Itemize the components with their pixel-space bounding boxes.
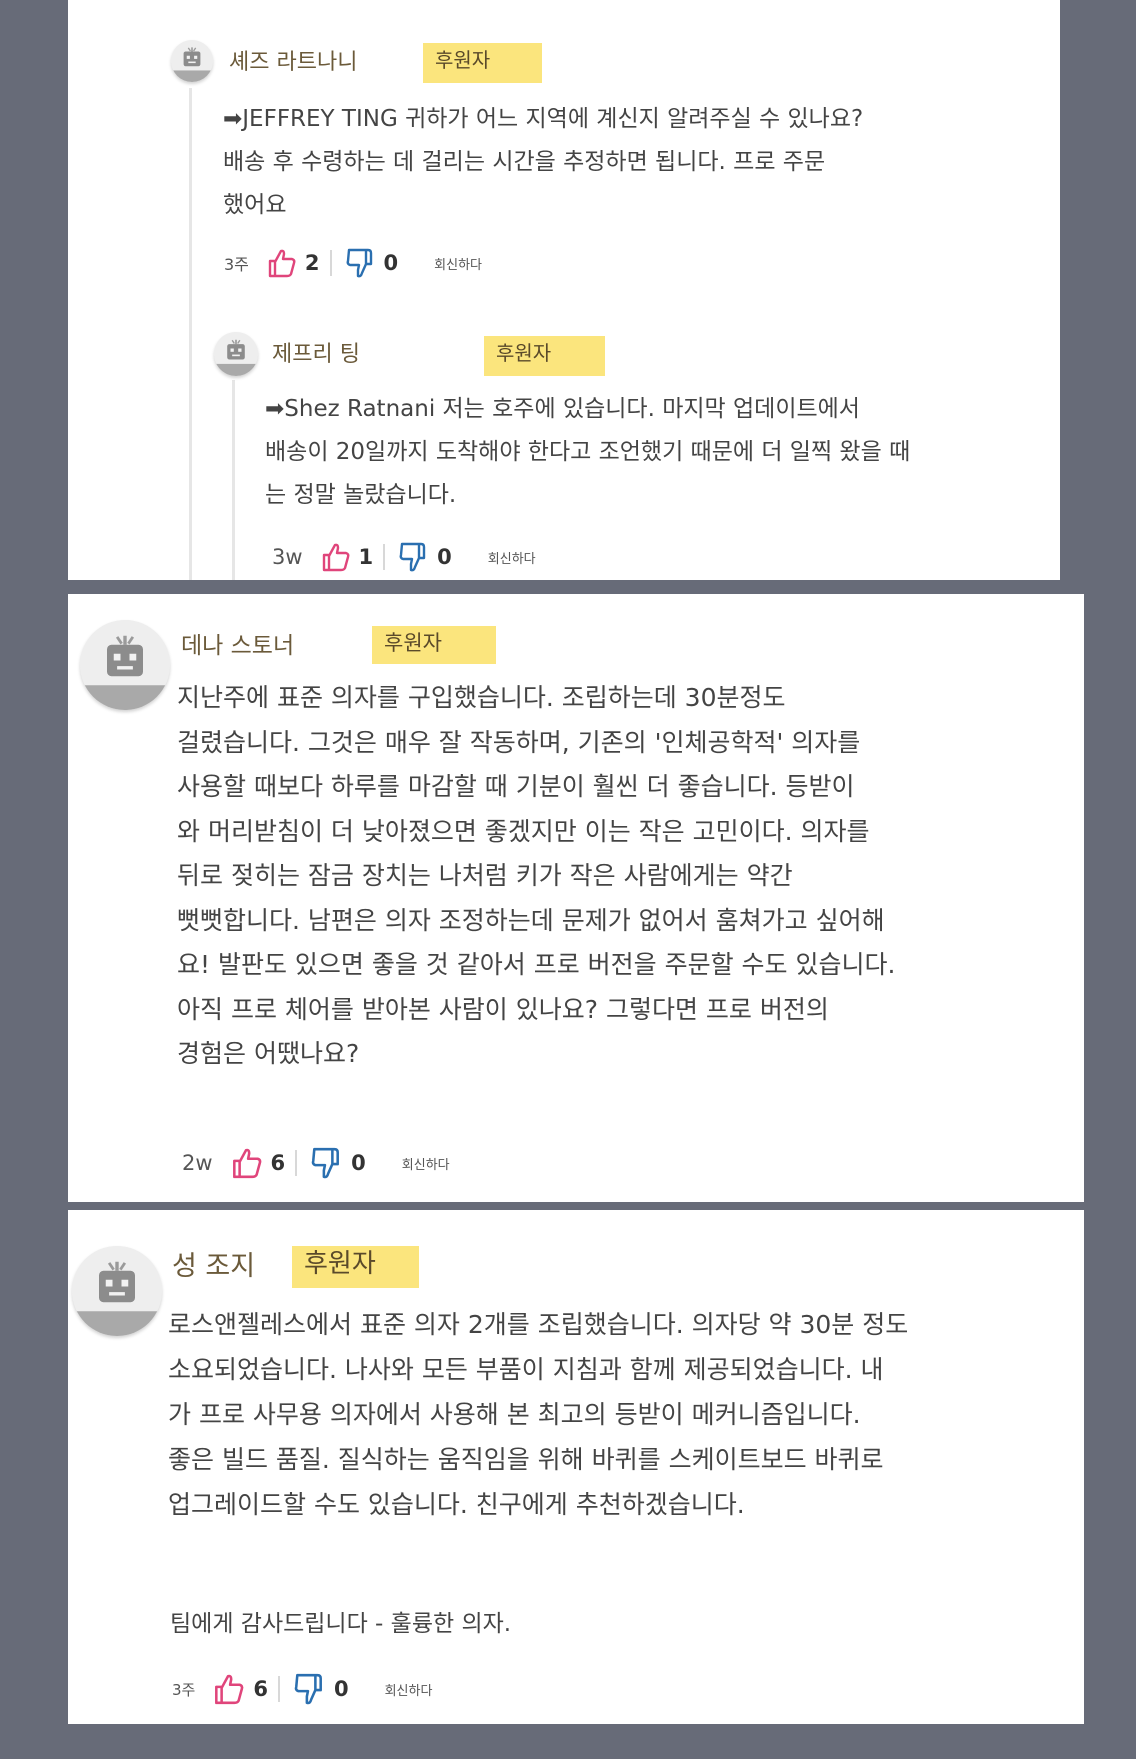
like-count: 6: [253, 1677, 268, 1701]
avatar[interactable]: [72, 1246, 162, 1336]
reply-button[interactable]: 회신하다: [385, 1680, 433, 1699]
thumbs-up-icon[interactable]: [229, 1146, 263, 1180]
reply-button[interactable]: 회신하다: [434, 254, 482, 273]
comment-footer: 팀에게 감사드립니다 - 훌륭한 의자.: [170, 1611, 512, 1637]
comment-line: 좋은 빌드 품질. 질식하는 움직임을 위해 바퀴를 스케이트보드 바퀴로: [168, 1445, 884, 1474]
like-count: 6: [270, 1151, 286, 1175]
thread-line-inner: [232, 380, 235, 580]
avatar[interactable]: [171, 40, 213, 82]
comment-line: 요! 발판도 있으면 좋을 것 같아서 프로 버전을 주문할 수도 있습니다.: [177, 950, 896, 979]
comment-line: 가 프로 사무용 의자에서 사용해 본 최고의 등받이 메커니즘입니다.: [168, 1400, 861, 1429]
comment-time: 2w: [182, 1151, 213, 1175]
comment-actions: 3w 1 0 회신하다: [272, 541, 536, 573]
backer-badge: 후원자: [484, 336, 605, 376]
comment-line: 와 머리받침이 더 낮아졌으면 좋겠지만 이는 작은 고민이다. 의자를: [177, 816, 870, 846]
thumbs-up-icon[interactable]: [265, 247, 297, 279]
comment-time: 3주: [224, 255, 249, 274]
comment-line: 업그레이드할 수도 있습니다. 친구에게 추천하겠습니다.: [168, 1490, 745, 1519]
comment-body: 로스앤젤레스에서 표준 의자 2개를 조립했습니다. 의자당 약 30분 정도 …: [168, 1302, 908, 1527]
backer-badge: 후원자: [423, 43, 542, 83]
comment-author[interactable]: 데나 스토너: [181, 626, 294, 660]
thumbs-down-icon[interactable]: [309, 1146, 343, 1180]
comment-line: 배송 후 수령하는 데 걸리는 시간을 추정하면 됩니다. 프로 주문: [223, 149, 826, 175]
thumbs-down-icon[interactable]: [397, 541, 429, 573]
dislike-count: 0: [351, 1151, 366, 1175]
comment-line: ➡JEFFREY TING 귀하가 어느 지역에 계신지 알려주실 수 있나요?: [223, 106, 864, 132]
thumbs-down-icon[interactable]: [344, 247, 376, 279]
comment-line: 걸렸습니다. 그것은 매우 잘 작동하며, 기존의 '인체공학적' 의자를: [177, 727, 861, 757]
robot-avatar-icon: [80, 620, 170, 710]
comment-line: ➡Shez Ratnani 저는 호주에 있습니다. 마지막 업데이트에서: [265, 396, 860, 422]
avatar[interactable]: [214, 332, 258, 376]
comment-time: 3주: [172, 1680, 196, 1699]
thumbs-up-icon[interactable]: [211, 1672, 245, 1706]
like-count: 1: [358, 545, 374, 569]
comment-author[interactable]: 셰즈 라트나니: [229, 44, 357, 76]
comment-line: 배송이 20일까지 도착해야 한다고 조언했기 때문에 더 일찍 왔을 때: [265, 439, 911, 465]
avatar[interactable]: [80, 620, 170, 710]
comment-line: 사용할 때보다 하루를 마감할 때 기분이 훨씬 더 좋습니다. 등받이: [177, 772, 855, 801]
divider: [277, 1676, 280, 1702]
comment-body: ➡Shez Ratnani 저는 호주에 있습니다. 마지막 업데이트에서 배송…: [265, 388, 910, 517]
comment-time: 3w: [272, 545, 303, 569]
robot-avatar-icon: [171, 40, 213, 82]
divider: [329, 250, 332, 276]
backer-badge: 후원자: [292, 1246, 419, 1288]
comment-line: 경험은 어땠나요?: [177, 1039, 360, 1068]
comment-line: 했어요: [223, 192, 287, 218]
comment-line: 뻣뻣합니다. 남편은 의자 조정하는데 문제가 없어서 훔쳐가고 싶어해: [177, 905, 885, 935]
comment-line: 는 정말 놀랐습니다.: [265, 482, 457, 508]
divider: [383, 544, 386, 570]
like-count: 2: [304, 251, 320, 275]
dislike-count: 0: [333, 1677, 349, 1701]
thumbs-down-icon[interactable]: [292, 1672, 326, 1706]
comment-line: 뒤로 젖히는 잠금 장치는 나처럼 키가 작은 사람에게는 약간: [177, 861, 793, 890]
comment-line: 지난주에 표준 의자를 구입했습니다. 조립하는데 30분정도: [177, 683, 786, 712]
comment-line: 로스앤젤레스에서 표준 의자 2개를 조립했습니다. 의자당 약 30분 정도: [168, 1310, 909, 1339]
comment-actions: 2w 6 0 회신하다: [182, 1146, 450, 1180]
comment-actions: 3주 6 0 회신하다: [172, 1672, 432, 1706]
comment-body: 지난주에 표준 의자를 구입했습니다. 조립하는데 30분정도 걸렸습니다. 그…: [177, 676, 895, 1077]
comment-body: ➡JEFFREY TING 귀하가 어느 지역에 계신지 알려주실 수 있나요?…: [223, 98, 863, 227]
divider: [295, 1150, 298, 1176]
reply-button[interactable]: 회신하다: [402, 1154, 450, 1173]
reply-button[interactable]: 회신하다: [488, 548, 536, 567]
dislike-count: 0: [437, 545, 452, 569]
robot-avatar-icon: [72, 1246, 162, 1336]
comment-author[interactable]: 성 조지: [172, 1244, 255, 1283]
backer-badge: 후원자: [372, 626, 496, 664]
dislike-count: 0: [383, 251, 399, 275]
thumbs-up-icon[interactable]: [319, 541, 351, 573]
robot-avatar-icon: [214, 332, 258, 376]
comment-author[interactable]: 제프리 팅: [272, 336, 360, 368]
comment-line: 소요되었습니다. 나사와 모든 부품이 지침과 함께 제공되었습니다. 내: [168, 1355, 884, 1384]
comment-actions: 3주 2 0 회신하다: [224, 248, 482, 278]
thread-line-outer: [189, 88, 192, 580]
comment-line: 아직 프로 체어를 받아본 사람이 있나요? 그렇다면 프로 버전의: [177, 994, 829, 1024]
